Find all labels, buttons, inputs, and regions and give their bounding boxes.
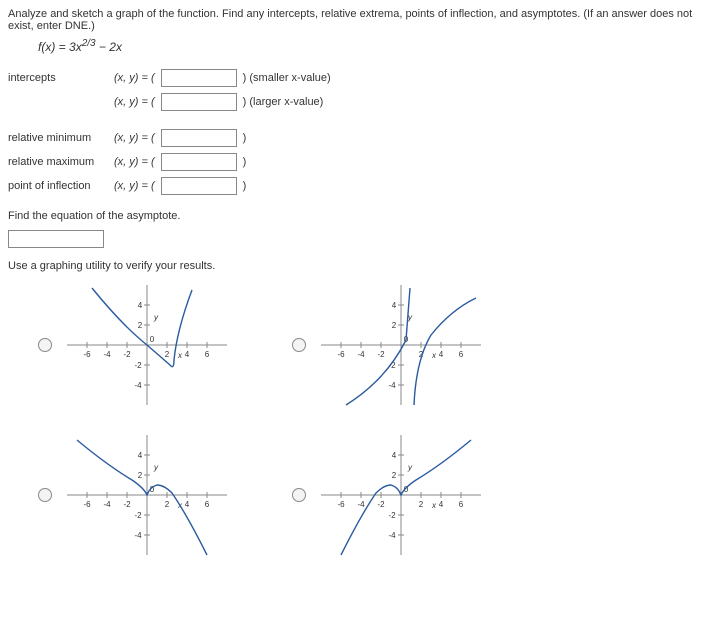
close-paren: ): [243, 156, 247, 168]
graph-radio-d[interactable]: [292, 488, 306, 502]
close-paren: ): [243, 96, 247, 108]
function-formula: f(x) = 3x2/3 − 2x: [38, 38, 705, 54]
svg-text:-4: -4: [134, 381, 142, 390]
xy-prefix: (x, y) = (: [114, 72, 155, 84]
intercepts-label: intercepts: [8, 66, 114, 90]
svg-text:y: y: [153, 313, 159, 322]
svg-text:x: x: [177, 351, 183, 360]
smaller-hint: (smaller x-value): [249, 72, 330, 84]
svg-text:-2: -2: [123, 350, 131, 359]
svg-text:-2: -2: [377, 350, 385, 359]
verify-prompt: Use a graphing utility to verify your re…: [8, 260, 705, 272]
svg-text:2: 2: [392, 321, 397, 330]
svg-text:x: x: [431, 351, 437, 360]
asymptote-prompt: Find the equation of the asymptote.: [8, 210, 705, 222]
inputs-table: intercepts (x, y) = ( ) (smaller x-value…: [8, 66, 337, 198]
svg-text:2: 2: [165, 500, 170, 509]
svg-text:6: 6: [205, 500, 210, 509]
svg-text:4: 4: [439, 350, 444, 359]
svg-text:-4: -4: [134, 531, 142, 540]
svg-text:y: y: [407, 463, 413, 472]
svg-text:-2: -2: [388, 511, 396, 520]
svg-text:2: 2: [138, 471, 143, 480]
svg-text:-6: -6: [337, 500, 345, 509]
svg-text:x: x: [431, 501, 437, 510]
graph-option-a: -6 -4 -2 0 2 4 6 4 2 -2 -4 y x: [38, 280, 232, 410]
svg-text:-4: -4: [357, 500, 365, 509]
graph-option-b: -6-4-2 0 246 42 -2-4 y x: [292, 280, 486, 410]
poi-label: point of inflection: [8, 174, 114, 198]
graph-row-1: -6 -4 -2 0 2 4 6 4 2 -2 -4 y x: [38, 280, 705, 410]
svg-text:-4: -4: [103, 500, 111, 509]
svg-text:4: 4: [185, 500, 190, 509]
svg-text:-4: -4: [357, 350, 365, 359]
rel-min-label: relative minimum: [8, 126, 114, 150]
close-paren: ): [243, 180, 247, 192]
asymptote-input[interactable]: [8, 230, 104, 248]
svg-text:6: 6: [205, 350, 210, 359]
svg-text:y: y: [153, 463, 159, 472]
svg-text:6: 6: [459, 350, 464, 359]
rel-max-label: relative maximum: [8, 150, 114, 174]
svg-text:2: 2: [138, 321, 143, 330]
graph-radio-a[interactable]: [38, 338, 52, 352]
close-paren: ): [243, 132, 247, 144]
svg-text:-4: -4: [388, 381, 396, 390]
svg-text:-2: -2: [377, 500, 385, 509]
graph-row-2: -6-4-2 0 246 42 -2-4 y x: [38, 430, 705, 560]
svg-text:-6: -6: [83, 350, 91, 359]
svg-text:4: 4: [392, 301, 397, 310]
rel-max-input[interactable]: [161, 153, 237, 171]
rel-min-input[interactable]: [161, 129, 237, 147]
intercept-larger-input[interactable]: [161, 93, 237, 111]
svg-text:4: 4: [439, 500, 444, 509]
svg-text:2: 2: [419, 500, 424, 509]
graph-radio-b[interactable]: [292, 338, 306, 352]
question-instruction: Analyze and sketch a graph of the functi…: [8, 8, 705, 32]
poi-input[interactable]: [161, 177, 237, 195]
svg-text:-6: -6: [83, 500, 91, 509]
xy-prefix: (x, y) = (: [114, 180, 155, 192]
graph-radio-c[interactable]: [38, 488, 52, 502]
xy-prefix: (x, y) = (: [114, 96, 155, 108]
larger-hint: (larger x-value): [249, 96, 323, 108]
svg-text:-2: -2: [134, 361, 142, 370]
graph-c: -6-4-2 0 246 42 -2-4 y x: [62, 430, 232, 560]
svg-text:4: 4: [138, 451, 143, 460]
svg-text:4: 4: [185, 350, 190, 359]
svg-text:6: 6: [459, 500, 464, 509]
svg-text:-6: -6: [337, 350, 345, 359]
svg-text:-2: -2: [134, 511, 142, 520]
svg-text:4: 4: [138, 301, 143, 310]
svg-text:4: 4: [392, 451, 397, 460]
graph-option-d: -6-4-2 0 246 42 -2-4 y x: [292, 430, 486, 560]
xy-prefix: (x, y) = (: [114, 156, 155, 168]
intercept-smaller-input[interactable]: [161, 69, 237, 87]
svg-text:0: 0: [150, 335, 155, 344]
xy-prefix: (x, y) = (: [114, 132, 155, 144]
svg-text:2: 2: [165, 350, 170, 359]
svg-text:-4: -4: [388, 531, 396, 540]
close-paren: ): [243, 72, 247, 84]
graph-option-c: -6-4-2 0 246 42 -2-4 y x: [38, 430, 232, 560]
svg-text:-2: -2: [123, 500, 131, 509]
svg-text:-4: -4: [103, 350, 111, 359]
graph-d: -6-4-2 0 246 42 -2-4 y x: [316, 430, 486, 560]
svg-text:2: 2: [392, 471, 397, 480]
graph-a: -6 -4 -2 0 2 4 6 4 2 -2 -4 y x: [62, 280, 232, 410]
graph-b: -6-4-2 0 246 42 -2-4 y x: [316, 280, 486, 410]
